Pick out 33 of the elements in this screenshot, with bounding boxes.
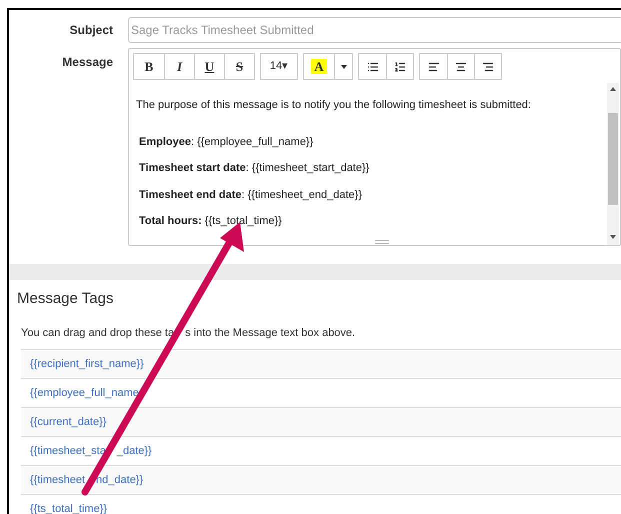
scroll-up-icon [610,87,616,91]
scrollbar[interactable] [607,83,619,245]
numbered-list-icon [394,60,406,72]
tag-link[interactable]: nd_date}} [96,472,144,488]
tag-row[interactable]: {{recipient_first_name}} [21,350,621,379]
message-text: Employee: {{employee_full_name}} [138,134,314,150]
align-right-icon [482,60,494,72]
subject-field[interactable]: Sage Tracks Timesheet Submitted [128,17,621,43]
tag-link[interactable]: _date}} [116,442,152,460]
message-editor[interactable] [128,48,621,246]
tag-link[interactable]: {{ts_total_time}} [30,500,108,514]
resize-handle[interactable] [374,240,388,244]
align-left-icon [428,60,440,72]
tag-row[interactable]: {{current_date}} [21,408,621,437]
scroll-down-icon [610,235,616,239]
bullets-icon [366,60,378,72]
caret-icon [340,64,346,68]
tag-link[interactable]: {{recipient_first_name}} [30,356,144,372]
message-text: The purpose of this message is to notify you the following timesheet is submitted: [136,98,532,113]
message-text: Timesheet end date: {{timesheet_end_date}} [138,188,363,202]
scrollbar-thumb[interactable] [608,113,618,205]
tag-link[interactable]: {{timesheet [30,472,86,488]
tag-link[interactable]: {{current_date}} [30,414,106,430]
field-label: Message [61,54,114,71]
message-text: Timesheet start date: {{timesheet_start_date}} [138,161,370,176]
tag-link[interactable]: {{timesheet_sta [30,442,106,460]
section-title: Message Tags [17,289,114,309]
field-label: Subject [68,22,114,39]
tag-row[interactable]: {{timesheet nd_date}} [21,466,621,495]
message-text: Total hours: {{ts_total_time}} [138,214,283,229]
align-center-icon [455,60,467,72]
tag-link[interactable]: {{employee_full_name [30,384,139,402]
description-text: s into the Message text box above. [185,326,356,340]
